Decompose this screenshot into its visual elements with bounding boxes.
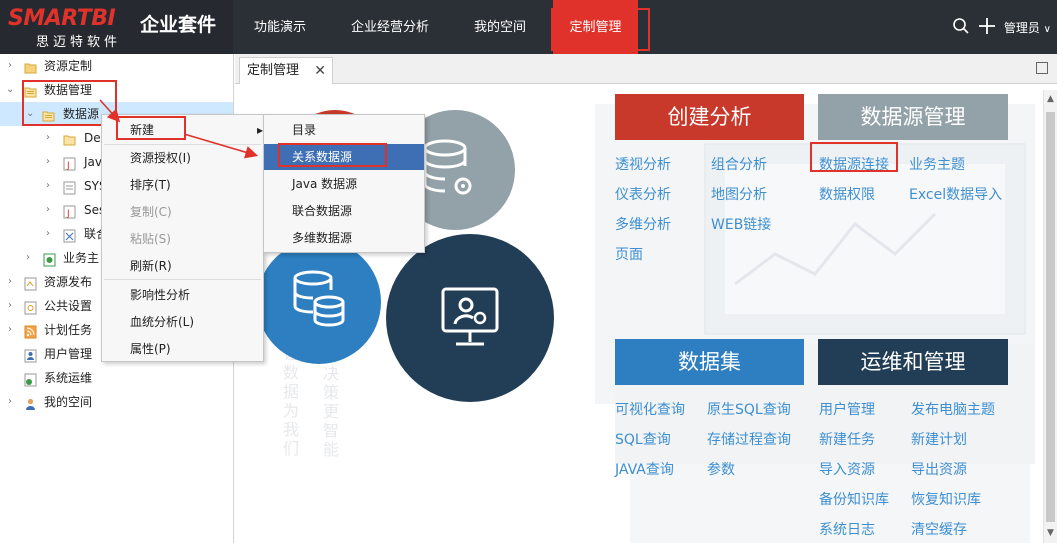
annotation-arrows	[99, 99, 259, 159]
